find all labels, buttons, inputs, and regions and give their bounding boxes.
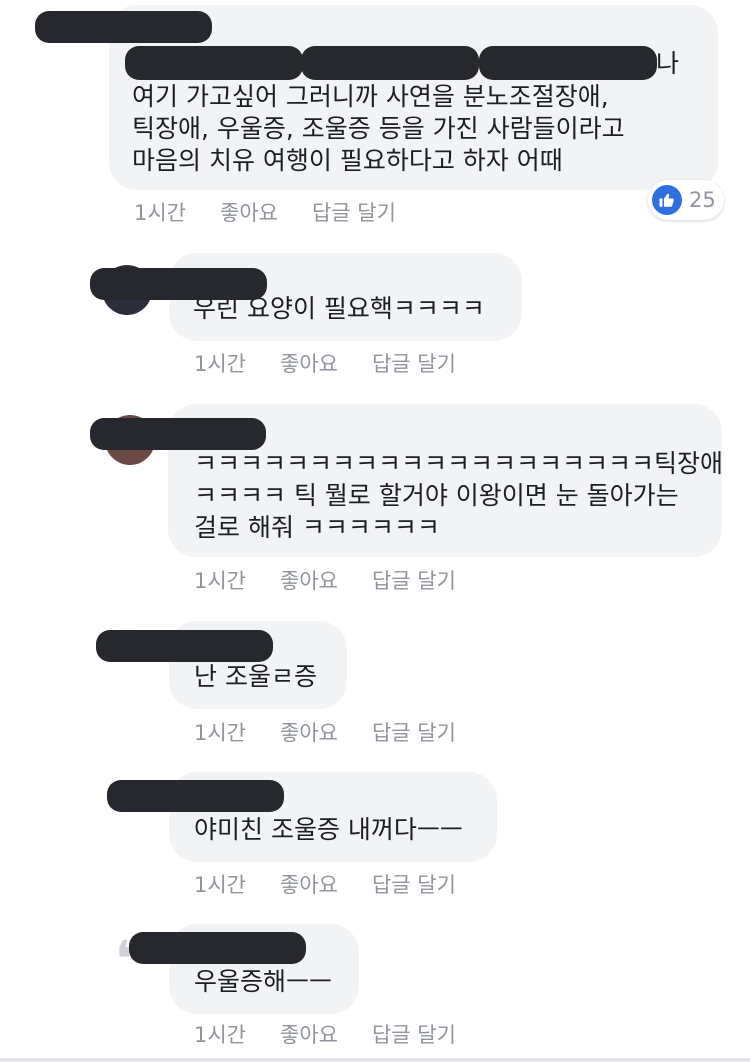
- redacted-mention: [479, 46, 657, 80]
- reply-button[interactable]: 답글 달기: [312, 197, 396, 227]
- comment-time[interactable]: 1시간: [194, 565, 246, 595]
- reply-button[interactable]: 답글 달기: [372, 565, 456, 595]
- comment-text: 여기 가고싶어 그러니까 사연을 분노조절장애, 틱장애, 우울증, 조울증 등…: [132, 82, 625, 175]
- reaction-summary[interactable]: 25: [648, 180, 724, 220]
- comment-meta: 1시간 좋아요 답글 달기: [194, 1019, 456, 1049]
- redacted-username: [35, 11, 212, 43]
- comment-meta: 1시간 좋아요 답글 달기: [194, 717, 456, 747]
- redacted-username: [129, 932, 306, 964]
- comment-time[interactable]: 1시간: [194, 348, 246, 378]
- comment-time[interactable]: 1시간: [194, 869, 246, 899]
- like-button[interactable]: 좋아요: [280, 348, 338, 378]
- redacted-username: [90, 268, 267, 300]
- comment-text: 야미친 조울증 내꺼다ㅡㅡ: [194, 815, 463, 844]
- reply-button[interactable]: 답글 달기: [372, 869, 456, 899]
- comment-text: ㅋㅋㅋㅋㅋㅋㅋㅋㅋㅋㅋㅋㅋㅋㅋㅋㅋㅋㅋㅋ틱장애 ㅋㅋㅋㅋ 틱 뭘로 할거야 이왕…: [194, 449, 724, 542]
- comment-text-line1-tail: 나: [656, 49, 680, 78]
- comment-time[interactable]: 1시간: [194, 1019, 246, 1049]
- reply-button[interactable]: 답글 달기: [372, 717, 456, 747]
- like-button[interactable]: 좋아요: [280, 1019, 338, 1049]
- redacted-username: [96, 630, 273, 662]
- like-button[interactable]: 좋아요: [280, 565, 338, 595]
- comment-text: 우울증해ㅡㅡ: [194, 967, 333, 996]
- comment-meta: 1시간 좋아요 답글 달기: [194, 565, 456, 595]
- comment-meta: 1시간 좋아요 답글 달기: [134, 197, 396, 227]
- comment-meta: 1시간 좋아요 답글 달기: [194, 348, 456, 378]
- comment-time[interactable]: 1시간: [134, 197, 186, 227]
- reaction-count: 25: [689, 188, 716, 212]
- reply-button[interactable]: 답글 달기: [372, 348, 456, 378]
- redacted-mention: [125, 46, 303, 80]
- comment-text: 난 조울ㄹ증: [194, 662, 317, 691]
- reply-button[interactable]: 답글 달기: [372, 1019, 456, 1049]
- like-button[interactable]: 좋아요: [280, 717, 338, 747]
- comment-time[interactable]: 1시간: [194, 717, 246, 747]
- redacted-username: [90, 418, 266, 450]
- thumbs-up-icon: [652, 185, 682, 215]
- divider: [0, 1058, 750, 1062]
- like-button[interactable]: 좋아요: [220, 197, 278, 227]
- comment-meta: 1시간 좋아요 답글 달기: [194, 869, 456, 899]
- redacted-mention: [301, 46, 479, 80]
- like-button[interactable]: 좋아요: [280, 869, 338, 899]
- redacted-username: [107, 780, 284, 812]
